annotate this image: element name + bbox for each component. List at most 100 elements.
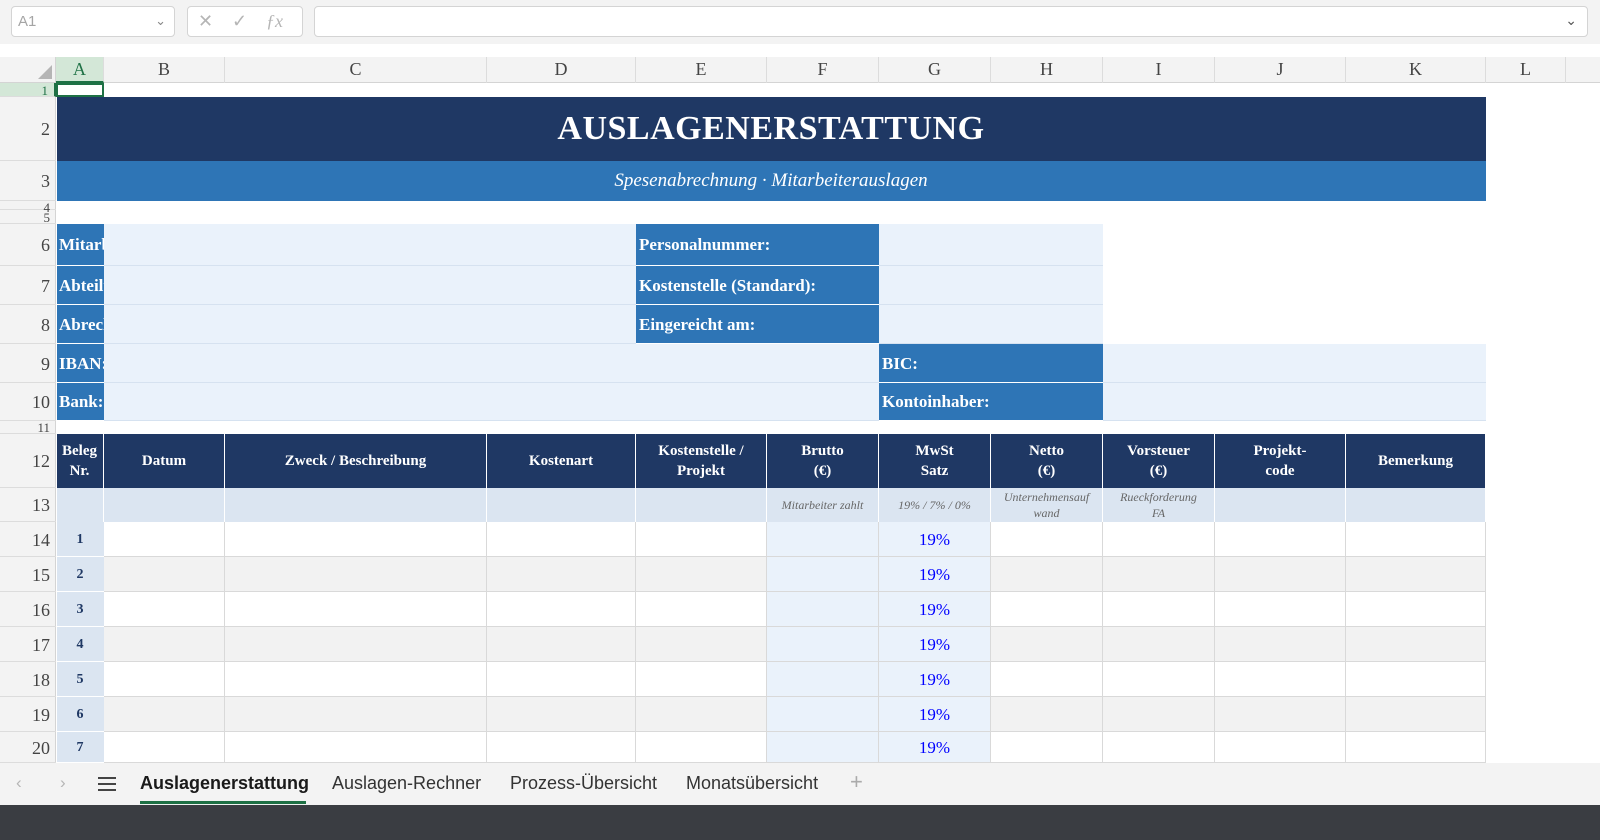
- row-header-6[interactable]: 6: [0, 224, 56, 266]
- row-header-17[interactable]: 17: [0, 627, 56, 662]
- row-header-3[interactable]: 3: [0, 161, 56, 201]
- table-cell[interactable]: [1215, 697, 1346, 732]
- table-cell[interactable]: [1103, 627, 1215, 662]
- table-cell[interactable]: [636, 662, 767, 697]
- table-cell[interactable]: [225, 592, 487, 627]
- brutto-cell[interactable]: [767, 697, 879, 732]
- table-cell[interactable]: [1215, 557, 1346, 592]
- table-header-1[interactable]: Datum: [104, 434, 225, 488]
- input-eingereicht[interactable]: [879, 305, 1103, 344]
- column-header-c[interactable]: C: [225, 57, 487, 83]
- table-cell[interactable]: [104, 557, 225, 592]
- table-header-3[interactable]: Kostenart: [487, 434, 636, 488]
- brutto-cell[interactable]: [767, 557, 879, 592]
- column-header-j[interactable]: J: [1215, 57, 1346, 83]
- input-zeitraum[interactable]: [104, 305, 636, 344]
- mwst-rate-cell[interactable]: 19%: [879, 627, 991, 662]
- cancel-icon[interactable]: ✕: [198, 11, 213, 32]
- column-header-h[interactable]: H: [991, 57, 1103, 83]
- input-personalnummer[interactable]: [879, 224, 1103, 266]
- brutto-cell[interactable]: [767, 592, 879, 627]
- table-cell[interactable]: [104, 627, 225, 662]
- row-header-20[interactable]: 20: [0, 732, 56, 763]
- table-cell[interactable]: [225, 522, 487, 557]
- selected-cell-a1[interactable]: [56, 83, 104, 97]
- mwst-rate-cell[interactable]: 19%: [879, 522, 991, 557]
- chevron-down-icon[interactable]: ⌄: [155, 13, 166, 29]
- table-cell[interactable]: [1215, 522, 1346, 557]
- table-cell[interactable]: [1346, 732, 1486, 763]
- add-sheet-icon[interactable]: +: [850, 769, 863, 795]
- table-cell[interactable]: [991, 627, 1103, 662]
- table-cell[interactable]: [1103, 522, 1215, 557]
- column-header-k[interactable]: K: [1346, 57, 1486, 83]
- confirm-icon[interactable]: ✓: [232, 11, 247, 32]
- column-header-l[interactable]: L: [1486, 57, 1566, 83]
- row-header-13[interactable]: 13: [0, 488, 56, 522]
- tab-auslagenerstattung[interactable]: Auslagenerstattung: [140, 773, 309, 794]
- table-cell[interactable]: [225, 732, 487, 763]
- input-bank[interactable]: [104, 383, 879, 421]
- row-header-4[interactable]: 4: [0, 201, 56, 214]
- table-cell[interactable]: [1103, 662, 1215, 697]
- table-cell[interactable]: [636, 557, 767, 592]
- table-cell[interactable]: [1103, 732, 1215, 763]
- brutto-cell[interactable]: [767, 732, 879, 763]
- table-header-0[interactable]: Beleg Nr.: [57, 434, 104, 488]
- mwst-rate-cell[interactable]: 19%: [879, 662, 991, 697]
- table-cell[interactable]: [1215, 627, 1346, 662]
- table-cell[interactable]: [991, 557, 1103, 592]
- input-bic[interactable]: [1103, 344, 1486, 383]
- name-box[interactable]: A1 ⌄: [11, 6, 175, 37]
- table-cell[interactable]: [1346, 697, 1486, 732]
- table-header-6[interactable]: MwSt Satz: [879, 434, 991, 488]
- column-header-a[interactable]: A: [56, 57, 104, 83]
- table-cell[interactable]: [487, 627, 636, 662]
- tab-monatsuebersicht[interactable]: Monatsübersicht: [686, 773, 818, 794]
- row-header-11[interactable]: 11: [0, 421, 56, 434]
- column-header-f[interactable]: F: [767, 57, 879, 83]
- tab-prozess-uebersicht[interactable]: Prozess-Übersicht: [510, 773, 657, 794]
- table-cell[interactable]: [1346, 627, 1486, 662]
- row-header-5[interactable]: 5: [0, 210, 56, 224]
- row-header-18[interactable]: 18: [0, 662, 56, 697]
- table-header-4[interactable]: Kostenstelle / Projekt: [636, 434, 767, 488]
- select-all-corner[interactable]: [0, 57, 56, 83]
- table-cell[interactable]: [991, 522, 1103, 557]
- row-header-19[interactable]: 19: [0, 697, 56, 732]
- table-cell[interactable]: [104, 522, 225, 557]
- column-header-e[interactable]: E: [636, 57, 767, 83]
- input-abteilung[interactable]: [104, 266, 636, 305]
- expand-formula-icon[interactable]: ⌄: [1565, 12, 1577, 29]
- table-cell[interactable]: [1103, 592, 1215, 627]
- table-cell[interactable]: [991, 697, 1103, 732]
- table-header-2[interactable]: Zweck / Beschreibung: [225, 434, 487, 488]
- worksheet-grid[interactable]: AUSLAGENERSTATTUNG Spesenabrechnung · Mit…: [57, 83, 1600, 763]
- table-cell[interactable]: [1215, 592, 1346, 627]
- mwst-rate-cell[interactable]: 19%: [879, 732, 991, 763]
- row-header-15[interactable]: 15: [0, 557, 56, 592]
- table-cell[interactable]: [487, 592, 636, 627]
- table-cell[interactable]: [636, 522, 767, 557]
- table-cell[interactable]: [636, 732, 767, 763]
- table-header-8[interactable]: Vorsteuer (€): [1103, 434, 1215, 488]
- table-cell[interactable]: [487, 557, 636, 592]
- table-header-9[interactable]: Projekt-code: [1215, 434, 1346, 488]
- table-cell[interactable]: [1215, 732, 1346, 763]
- table-cell[interactable]: [487, 697, 636, 732]
- tab-auslagen-rechner[interactable]: Auslagen-Rechner: [332, 773, 481, 794]
- function-icon[interactable]: ƒx: [266, 11, 283, 32]
- table-cell[interactable]: [1346, 662, 1486, 697]
- brutto-cell[interactable]: [767, 627, 879, 662]
- mwst-rate-cell[interactable]: 19%: [879, 592, 991, 627]
- table-cell[interactable]: [104, 662, 225, 697]
- row-header-10[interactable]: 10: [0, 383, 56, 421]
- table-cell[interactable]: [104, 732, 225, 763]
- row-header-8[interactable]: 8: [0, 305, 56, 344]
- table-header-10[interactable]: Bemerkung: [1346, 434, 1486, 488]
- input-kostenstelle[interactable]: [879, 266, 1103, 305]
- table-header-5[interactable]: Brutto (€): [767, 434, 879, 488]
- table-cell[interactable]: [104, 592, 225, 627]
- table-cell[interactable]: [636, 697, 767, 732]
- sheet-list-icon[interactable]: [98, 777, 116, 795]
